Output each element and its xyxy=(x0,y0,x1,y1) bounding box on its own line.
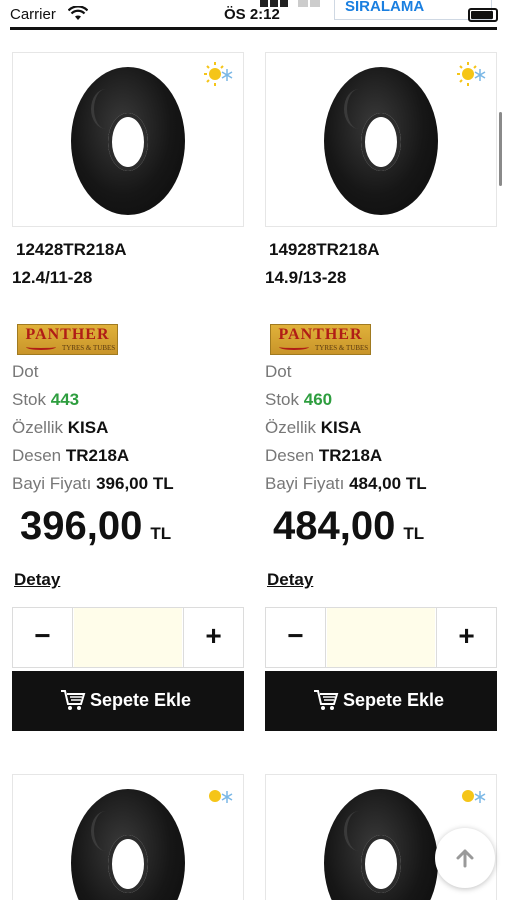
pattern-row: Desen TR218A xyxy=(265,446,383,465)
status-time: ÖS 2:12 xyxy=(224,6,280,23)
scroll-to-top-button[interactable] xyxy=(435,828,495,888)
dot-row: Dot xyxy=(12,362,39,381)
detail-link[interactable]: Detay xyxy=(14,570,60,590)
stock-value: 460 xyxy=(303,390,333,409)
status-bar: Carrier ÖS 2:12 SIRALAMA xyxy=(0,0,507,28)
brand-logo: PANTHER TYRES & TUBES xyxy=(17,324,118,355)
pattern-row: Desen TR218A xyxy=(12,446,130,465)
decrease-button[interactable]: − xyxy=(266,608,326,667)
product-price: 396,00 TL xyxy=(20,504,172,548)
inner-tube-image xyxy=(71,67,185,215)
header-divider xyxy=(10,27,497,30)
quantity-input[interactable] xyxy=(327,608,435,667)
decrease-button[interactable]: − xyxy=(13,608,73,667)
product-size: 14.9/13-28 xyxy=(265,268,347,287)
dot-row: Dot xyxy=(265,362,292,381)
cart-icon xyxy=(314,690,339,710)
wifi-icon xyxy=(67,5,89,27)
battery-icon xyxy=(468,8,498,22)
quantity-stepper: − + xyxy=(12,607,244,668)
product-image[interactable] xyxy=(12,774,244,900)
product-price: 484,00 TL xyxy=(273,504,425,548)
quantity-stepper: − + xyxy=(265,607,497,668)
add-to-cart-button[interactable]: Sepete Ekle xyxy=(12,671,244,731)
product-size: 12.4/11-28 xyxy=(12,268,93,287)
sun-snow-icon xyxy=(462,790,486,803)
increase-button[interactable]: + xyxy=(436,608,496,667)
scrollbar[interactable] xyxy=(499,112,502,186)
brand-logo: PANTHER TYRES & TUBES xyxy=(270,324,371,355)
feature-row: Özellik KISA xyxy=(12,418,109,437)
arrow-up-icon xyxy=(456,849,474,868)
cart-icon xyxy=(61,690,86,710)
quantity-input[interactable] xyxy=(74,608,182,667)
carrier-label: Carrier xyxy=(10,6,56,23)
detail-link[interactable]: Detay xyxy=(267,570,313,590)
dealer-price-row: Bayi Fiyatı 484,00 TL xyxy=(265,474,427,493)
product-code: 12428TR218A xyxy=(16,240,127,259)
product-image[interactable] xyxy=(265,52,497,227)
stock-row: Stok 443 xyxy=(12,390,80,409)
dealer-price-row: Bayi Fiyatı 396,00 TL xyxy=(12,474,174,493)
increase-button[interactable]: + xyxy=(183,608,243,667)
inner-tube-image xyxy=(324,789,438,900)
inner-tube-image xyxy=(71,789,185,900)
inner-tube-image xyxy=(324,67,438,215)
sun-snow-icon xyxy=(204,62,233,86)
sun-snow-icon xyxy=(457,62,486,86)
feature-row: Özellik KISA xyxy=(265,418,362,437)
stock-value: 443 xyxy=(50,390,80,409)
product-code: 14928TR218A xyxy=(269,240,380,259)
signal-icon xyxy=(260,0,322,8)
product-image[interactable] xyxy=(12,52,244,227)
add-to-cart-button[interactable]: Sepete Ekle xyxy=(265,671,497,731)
sun-snow-icon xyxy=(209,790,233,803)
stock-row: Stok 460 xyxy=(265,390,333,409)
